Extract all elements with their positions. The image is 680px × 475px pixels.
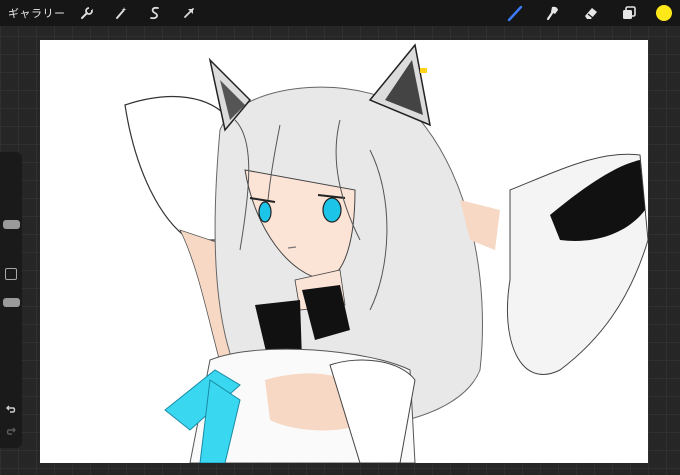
magic-wand-icon[interactable] — [110, 2, 132, 24]
brush-size-slider[interactable] — [3, 220, 20, 229]
eraser-icon[interactable] — [580, 2, 602, 24]
smudge-icon[interactable] — [542, 2, 564, 24]
gallery-button[interactable]: ギャラリー — [8, 5, 66, 21]
wrench-icon[interactable] — [76, 2, 98, 24]
redo-icon[interactable] — [4, 424, 18, 438]
right-tools — [498, 0, 672, 26]
side-slider-bar — [0, 152, 22, 448]
modify-button[interactable] — [5, 268, 17, 280]
top-toolbar: ギャラリー — [0, 0, 680, 26]
transform-arrow-icon[interactable] — [178, 2, 200, 24]
brush-icon[interactable] — [504, 2, 526, 24]
color-swatch[interactable] — [656, 5, 672, 21]
opacity-slider[interactable] — [3, 298, 20, 307]
procreate-app: ギャラリー — [0, 0, 680, 475]
layers-icon[interactable] — [618, 2, 640, 24]
sketch-artwork — [124, 43, 648, 463]
selection-icon[interactable] — [144, 2, 166, 24]
drawing-canvas[interactable] — [40, 40, 648, 463]
undo-icon[interactable] — [4, 402, 18, 416]
